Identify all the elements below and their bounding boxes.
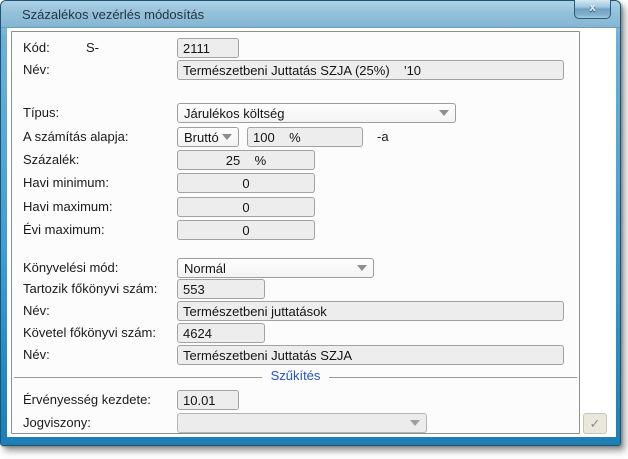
szukites-link[interactable]: Szűkítés [262, 368, 330, 383]
kovetel-label: Követel főkönyvi szám: [23, 323, 156, 343]
konyvelesi-dropdown[interactable]: Normál [177, 258, 374, 278]
ervenyesseg-label: Érvényesség kezdete: [23, 390, 151, 410]
form-panel: Kód: S- Név: Típus: Járulékos költség A … [11, 31, 580, 434]
check-icon: ✓ [590, 416, 601, 431]
havi-max-input[interactable] [177, 197, 315, 217]
szamitas-base-dropdown[interactable]: Bruttó [177, 127, 239, 147]
dialog-body: Kód: S- Név: Típus: Járulékos költség A … [7, 28, 616, 437]
kod-label: Kód: [23, 38, 50, 58]
tipus-label: Típus: [23, 103, 59, 123]
nev2-label: Név: [23, 301, 50, 321]
havi-min-label: Havi minimum: [23, 173, 109, 193]
nev3-label: Név: [23, 345, 50, 365]
nev3-input[interactable] [177, 345, 564, 365]
close-icon[interactable]: x [574, 0, 611, 19]
titlebar[interactable]: Százalékos vezérlés módosítás [1, 1, 620, 28]
ervenyesseg-input[interactable] [177, 390, 239, 410]
kod-prefix: S- [86, 38, 99, 58]
havi-min-input[interactable] [177, 173, 315, 193]
chevron-down-icon [222, 134, 232, 140]
tartozik-input[interactable] [177, 279, 265, 299]
tipus-value: Járulékos költség [184, 106, 439, 121]
jogviszony-dropdown[interactable] [177, 413, 427, 433]
evi-max-input[interactable] [177, 220, 315, 240]
confirm-button[interactable]: ✓ [583, 413, 607, 434]
chevron-down-icon [410, 420, 420, 426]
szamitas-label: A számítás alapja: [23, 127, 129, 147]
dialog-window: Százalékos vezérlés módosítás x Kód: S- … [0, 0, 621, 446]
kovetel-input[interactable] [177, 323, 265, 343]
tartozik-label: Tartozik főkönyvi szám: [23, 279, 157, 299]
jogviszony-label: Jogviszony: [23, 413, 91, 433]
szamitas-suffix: -a [377, 127, 389, 147]
szazalek-label: Százalék: [23, 150, 79, 170]
screenshot-stage: Százalékos vezérlés módosítás x Kód: S- … [0, 0, 628, 459]
window-title: Százalékos vezérlés módosítás [22, 7, 204, 22]
nev2-input[interactable] [177, 301, 564, 321]
nev1-label: Név: [23, 60, 50, 80]
havi-max-label: Havi maximum: [23, 197, 113, 217]
konyvelesi-label: Könyvelési mód: [23, 258, 118, 278]
tipus-dropdown[interactable]: Járulékos költség [177, 103, 456, 123]
nev1-input[interactable] [177, 60, 564, 80]
konyvelesi-value: Normál [184, 261, 357, 276]
chevron-down-icon [357, 265, 367, 271]
szazalek-input[interactable] [177, 150, 315, 170]
szamitas-base-value: Bruttó [184, 130, 222, 145]
chevron-down-icon [439, 110, 449, 116]
kod-input[interactable] [177, 38, 239, 58]
szamitas-percent-input[interactable] [247, 127, 363, 147]
evi-max-label: Évi maximum: [23, 220, 105, 240]
